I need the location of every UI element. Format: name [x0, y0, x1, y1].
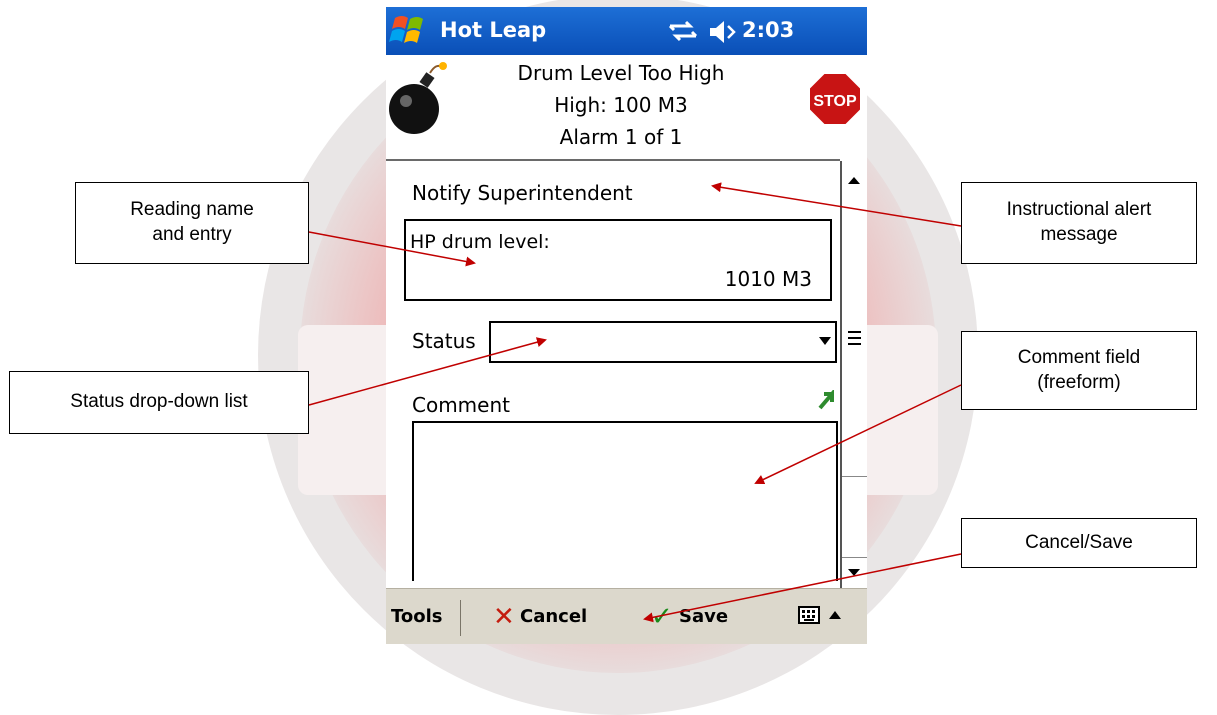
windows-start-icon[interactable] — [389, 12, 429, 50]
scroll-down-button[interactable] — [842, 561, 867, 587]
clock[interactable]: 2:03 — [742, 18, 794, 42]
scroll-thumb[interactable] — [842, 201, 867, 477]
comment-field[interactable] — [412, 421, 838, 581]
alarm-count: Alarm 1 of 1 — [559, 125, 683, 149]
chevron-down-icon[interactable] — [819, 337, 831, 345]
reading-name: HP drum level: — [410, 231, 550, 253]
callout-status: Status drop-down list — [9, 371, 309, 434]
callout-cancel-save: Cancel/Save — [961, 518, 1197, 568]
callout-instruction-text: Instructional alert message — [1006, 199, 1152, 245]
cancel-label: Cancel — [520, 606, 588, 627]
title-bar: Hot Leap 2:03 — [386, 7, 867, 55]
bomb-icon — [389, 62, 447, 134]
scroll-up-button[interactable] — [842, 161, 867, 202]
callout-reading-text: Reading name and entry — [130, 199, 254, 245]
instruction-message: Notify Superintendent — [412, 181, 633, 205]
alarm-form: Notify Superintendent HP drum level: 101… — [386, 161, 840, 581]
app-title: Hot Leap — [440, 18, 547, 42]
alarm-header: Drum Level Too High High: 100 M3 Alarm 1… — [386, 55, 867, 160]
stop-sign-text: STOP — [813, 93, 857, 110]
scroll-grip-icon — [848, 331, 861, 345]
chevron-up-icon[interactable] — [829, 611, 841, 619]
callout-status-text: Status drop-down list — [70, 391, 248, 413]
status-label: Status — [412, 329, 476, 353]
speaker-icon[interactable] — [708, 19, 738, 45]
callout-comment-text: Comment field (freeform) — [1017, 346, 1141, 393]
checkmark-icon: ✓ — [651, 602, 673, 632]
scroll-track[interactable] — [842, 477, 867, 558]
save-label: Save — [679, 606, 729, 627]
alarm-high-limit: High: 100 M3 — [554, 93, 688, 117]
callout-instruction: Instructional alert message — [961, 182, 1197, 264]
send-icon[interactable] — [818, 390, 836, 410]
reading-entry[interactable]: HP drum level: 1010 M3 — [404, 219, 832, 301]
tools-menu[interactable]: Tools — [391, 606, 443, 627]
comment-label: Comment — [412, 393, 510, 417]
stop-sign-icon: STOP — [808, 72, 862, 126]
close-icon: ✕ — [493, 602, 515, 632]
keyboard-icon[interactable] — [798, 606, 820, 624]
alarm-title: Drum Level Too High — [517, 61, 725, 85]
reading-value[interactable]: 1010 M3 — [725, 267, 812, 291]
menu-divider — [460, 600, 461, 636]
callout-reading: Reading name and entry — [75, 182, 309, 264]
callout-comment: Comment field (freeform) — [961, 331, 1197, 410]
pocket-pc-screen: Hot Leap 2:03 Drum Level Too High High: … — [386, 7, 867, 644]
vertical-scrollbar[interactable] — [840, 161, 867, 588]
menu-bar: Tools ✕ Cancel ✓ Save — [386, 588, 867, 644]
connectivity-icon[interactable] — [666, 19, 700, 43]
status-dropdown[interactable] — [489, 321, 837, 363]
callout-cancel-save-text: Cancel/Save — [1025, 531, 1133, 553]
